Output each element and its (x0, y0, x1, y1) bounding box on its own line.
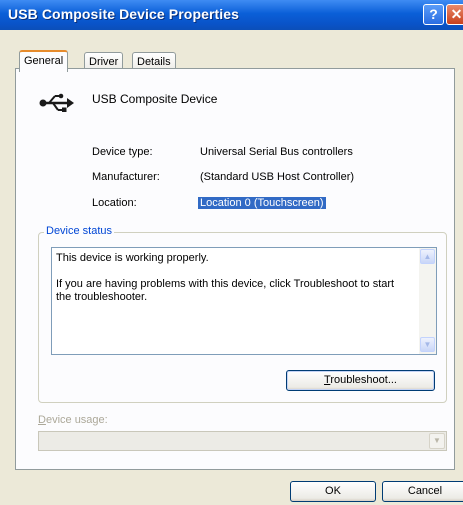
device-status-title: Device status (44, 225, 115, 237)
close-button[interactable]: ✕ (446, 4, 463, 25)
tab-general[interactable]: General (19, 50, 69, 72)
properties-dialog: USB Composite Device Properties ? ✕ Gene… (0, 0, 463, 505)
usb-icon (39, 93, 74, 112)
usage-mnemonic: D (38, 414, 46, 426)
title-bar[interactable]: USB Composite Device Properties ? ✕ (0, 0, 463, 30)
location-label: Location: (92, 197, 137, 209)
tab-label: Driver (89, 56, 119, 68)
help-button[interactable]: ? (423, 4, 444, 25)
ok-label: OK (325, 485, 341, 497)
cancel-label: Cancel (407, 485, 443, 497)
tab-label: General (24, 55, 64, 67)
device-usage-select[interactable]: ▼ (38, 431, 447, 451)
location-value[interactable]: Location 0 (Touchscreen) (198, 197, 326, 209)
cancel-button[interactable]: Cancel (382, 481, 463, 502)
troubleshoot-button[interactable]: Troubleshoot... (286, 370, 435, 391)
usage-label-text: evice usage: (45, 414, 108, 426)
status-scrollbar[interactable]: ▲ ▼ (419, 248, 436, 354)
scroll-down-button[interactable]: ▼ (420, 337, 435, 352)
chevron-down-icon: ▼ (433, 436, 441, 445)
device-usage-label: Device usage: (38, 414, 108, 426)
manufacturer-value: (Standard USB Host Controller) (200, 171, 355, 183)
status-line-2: If you are having problems with this dev… (56, 278, 395, 303)
chevron-down-icon: ▼ (423, 340, 432, 349)
scroll-up-button[interactable]: ▲ (420, 249, 435, 264)
device-type-value: Universal Serial Bus controllers (200, 146, 353, 158)
manufacturer-label: Manufacturer: (92, 171, 160, 183)
ok-button[interactable]: OK (290, 481, 376, 502)
chevron-up-icon: ▲ (423, 252, 432, 261)
help-icon: ? (429, 6, 438, 22)
troubleshoot-label: roubleshoot... (330, 374, 397, 386)
tab-label: Details (137, 56, 171, 68)
dropdown-button[interactable]: ▼ (429, 433, 445, 449)
status-line-1: This device is working properly. (56, 252, 209, 264)
device-name: USB Composite Device (92, 92, 218, 106)
status-text: This device is working properly. If you … (56, 252, 411, 317)
device-status-textbox[interactable]: This device is working properly. If you … (51, 247, 437, 355)
close-icon: ✕ (450, 6, 463, 22)
device-type-label: Device type: (92, 146, 153, 158)
window-title: USB Composite Device Properties (8, 6, 240, 22)
